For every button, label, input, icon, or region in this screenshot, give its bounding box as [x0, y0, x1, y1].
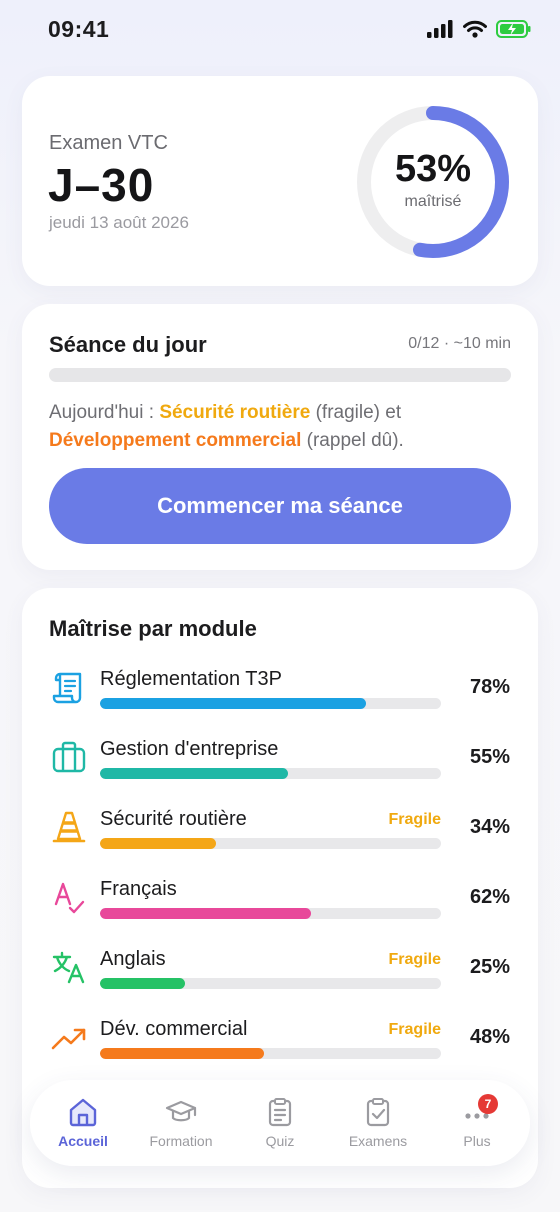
- module-percent: 34%: [469, 816, 510, 838]
- session-meta: 0/12 · ~10 min: [408, 335, 511, 352]
- clipboard-check-icon: [366, 1098, 390, 1127]
- module-percent: 62%: [469, 886, 510, 908]
- cellular-signal-icon: [427, 20, 453, 38]
- module-name: Anglais: [100, 948, 166, 970]
- module-row-francais[interactable]: Français 62%: [22, 878, 538, 938]
- home-icon: [69, 1098, 97, 1127]
- module-progress-bar: [100, 838, 441, 849]
- exam-countdown: J–30: [48, 159, 155, 211]
- status-bar: 09:41: [0, 0, 560, 62]
- module-name: Réglementation T3P: [100, 668, 282, 690]
- scroll-icon: [52, 672, 82, 704]
- module-flag: Fragile: [388, 951, 441, 968]
- nav-label: Accueil: [58, 1133, 108, 1149]
- module-name: Français: [100, 878, 177, 900]
- wifi-icon: [463, 20, 487, 38]
- session-text-prefix: Aujourd'hui :: [49, 402, 160, 423]
- modules-title: Maîtrise par module: [49, 616, 257, 641]
- module-progress-fill: [100, 908, 312, 919]
- bottom-nav: Accueil Formation Quiz Examens 7 Plus: [30, 1080, 530, 1166]
- translate-icon: [52, 951, 85, 984]
- module-percent: 78%: [469, 676, 510, 698]
- nav-label: Plus: [463, 1133, 491, 1149]
- module-progress-fill: [100, 1048, 264, 1059]
- module-percent: 25%: [469, 956, 510, 978]
- notification-badge: 7: [478, 1094, 498, 1114]
- status-time: 09:41: [48, 16, 110, 42]
- nav-item-quiz[interactable]: Quiz: [230, 1080, 330, 1166]
- session-card: Séance du jour 0/12 · ~10 min Aujourd'hu…: [22, 304, 538, 570]
- traffic-cone-icon: [52, 811, 86, 843]
- module-row-anglais[interactable]: Anglais Fragile 25%: [22, 948, 538, 1008]
- nav-item-examens[interactable]: Examens: [328, 1080, 428, 1166]
- nav-item-accueil[interactable]: Accueil: [33, 1080, 133, 1166]
- module-progress-bar: [100, 698, 441, 709]
- session-progress-bar: [49, 368, 511, 382]
- module-progress-bar: [100, 908, 441, 919]
- session-topic-1: Sécurité routière: [159, 402, 311, 423]
- session-topic-2-note: (rappel dû).: [301, 430, 404, 451]
- session-topic-2: Développement commercial: [49, 430, 302, 451]
- trending-up-icon: [51, 1028, 86, 1050]
- module-progress-bar: [100, 1048, 441, 1059]
- nav-item-formation[interactable]: Formation: [131, 1080, 231, 1166]
- module-row-gestion[interactable]: Gestion d'entreprise 55%: [22, 738, 538, 798]
- spellcheck-icon: [54, 882, 85, 914]
- module-row-commercial[interactable]: Dév. commercial Fragile 48%: [22, 1018, 538, 1078]
- status-icons: [426, 20, 532, 38]
- nav-label: Quiz: [265, 1133, 295, 1149]
- mastery-label: maîtrisé: [404, 193, 462, 210]
- clipboard-icon: [268, 1098, 292, 1127]
- nav-label: Formation: [149, 1133, 213, 1149]
- module-percent: 55%: [469, 746, 510, 768]
- start-session-button[interactable]: Commencer ma séance: [49, 468, 511, 544]
- module-percent: 48%: [469, 1026, 510, 1048]
- briefcase-icon: [52, 741, 86, 773]
- exam-date: jeudi 13 août 2026: [49, 213, 189, 232]
- module-progress-fill: [100, 978, 186, 989]
- module-name: Gestion d'entreprise: [100, 738, 279, 760]
- graduation-cap-icon: [165, 1100, 197, 1122]
- module-name: Dév. commercial: [100, 1018, 248, 1040]
- session-description: Aujourd'hui : Sécurité routière (fragile…: [49, 399, 519, 455]
- battery-charging-icon: [496, 20, 531, 38]
- exam-card: Examen VTC J–30 jeudi 13 août 2026 53% m…: [22, 76, 538, 286]
- module-name: Sécurité routière: [100, 808, 247, 830]
- module-progress-fill: [100, 698, 366, 709]
- mastery-value: 53%: [394, 148, 472, 190]
- module-flag: Fragile: [388, 1021, 441, 1038]
- exam-label: Examen VTC: [49, 132, 168, 154]
- module-progress-fill: [100, 838, 216, 849]
- module-flag: Fragile: [388, 811, 441, 828]
- session-topic-1-note: (fragile) et: [310, 402, 402, 423]
- module-row-reglementation[interactable]: Réglementation T3P 78%: [22, 668, 538, 728]
- module-progress-bar: [100, 978, 441, 989]
- module-progress-fill: [100, 768, 288, 779]
- nav-item-plus[interactable]: 7 Plus: [427, 1080, 527, 1166]
- module-row-securite[interactable]: Sécurité routière Fragile 34%: [22, 808, 538, 868]
- session-title: Séance du jour: [49, 332, 207, 357]
- module-progress-bar: [100, 768, 441, 779]
- nav-label: Examens: [348, 1133, 408, 1149]
